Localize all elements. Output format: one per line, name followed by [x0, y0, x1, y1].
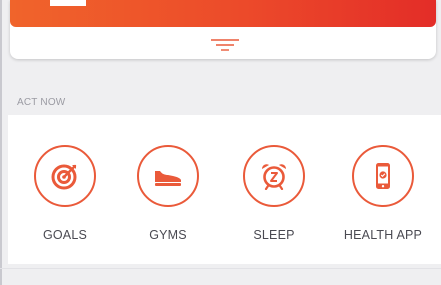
target-icon [51, 164, 77, 190]
alarm-clock-icon [262, 164, 286, 190]
sleep-label: SLEEP [253, 228, 295, 242]
sleep-action[interactable]: SLEEP [226, 145, 326, 255]
bottom-divider [0, 268, 441, 269]
gyms-icon-circle[interactable] [137, 145, 199, 207]
app-screen: ACT NOW GOALS GYMS SLEEP HEALTH APP [0, 0, 441, 285]
header-banner [10, 0, 436, 27]
act-now-card: GOALS GYMS SLEEP HEALTH APP [8, 115, 441, 264]
left-divider [0, 0, 2, 285]
banner-notch [50, 0, 86, 6]
health-app-icon-circle[interactable] [352, 145, 414, 207]
drag-handle-icon[interactable] [210, 38, 240, 52]
health-app-action[interactable]: HEALTH APP [335, 145, 435, 255]
goals-label: GOALS [42, 228, 88, 242]
sleep-icon-circle[interactable] [243, 145, 305, 207]
goals-icon-circle[interactable] [34, 145, 96, 207]
health-app-label: HEALTH APP [343, 228, 423, 242]
phone-check-icon [376, 163, 390, 189]
gyms-action[interactable]: GYMS [120, 145, 220, 255]
gyms-label: GYMS [149, 228, 187, 242]
sneaker-icon [155, 170, 181, 186]
goals-action[interactable]: GOALS [17, 145, 117, 255]
act-now-heading: ACT NOW [17, 97, 66, 108]
collapsed-header-card[interactable] [10, 0, 436, 59]
